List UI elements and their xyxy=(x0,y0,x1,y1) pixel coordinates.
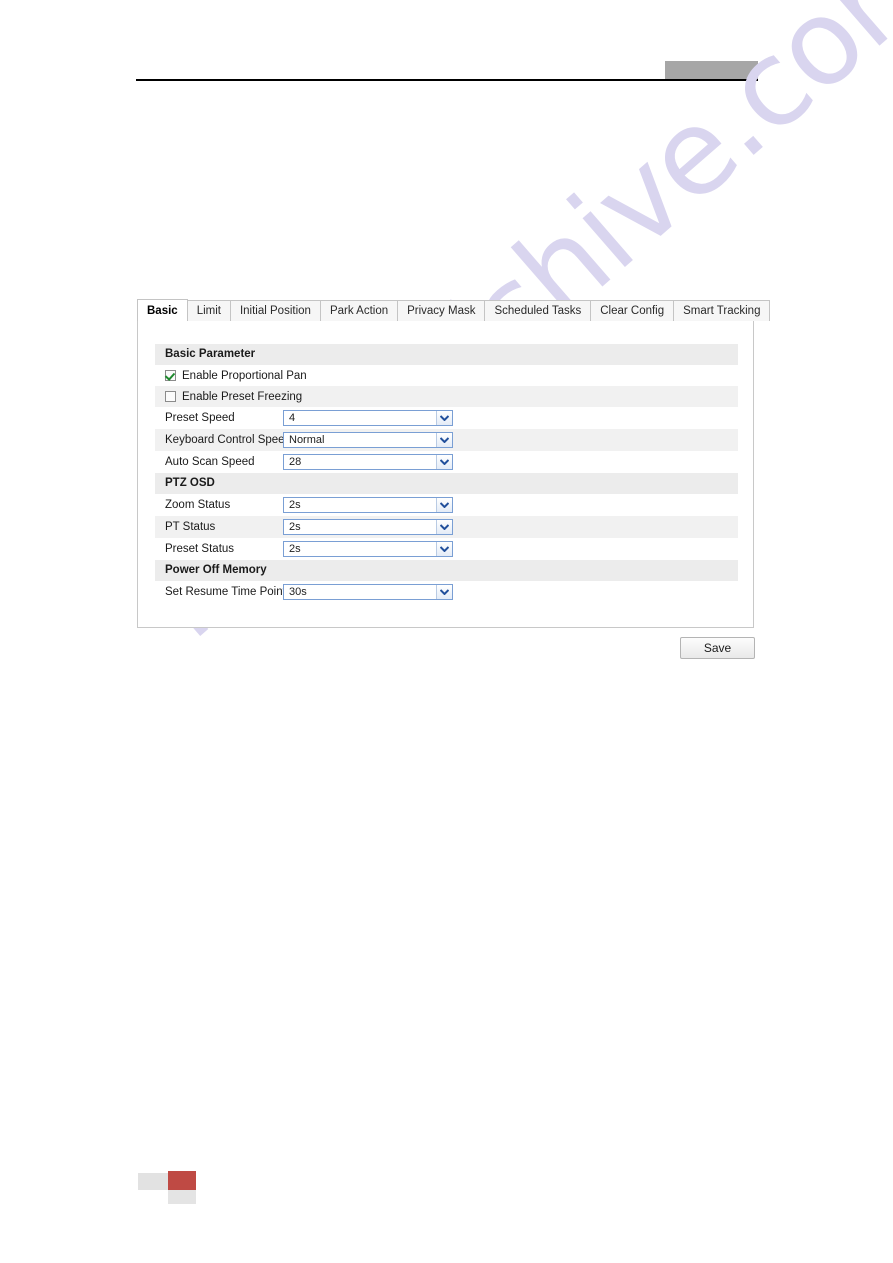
label-enable-preset-freezing: Enable Preset Freezing xyxy=(182,390,303,403)
select-auto-scan-speed-value: 28 xyxy=(289,456,302,468)
row-zoom-status: Zoom Status 2s xyxy=(155,494,738,516)
select-set-resume-time-point[interactable]: 30s xyxy=(283,584,453,600)
watermark: manualshive.com xyxy=(0,0,893,1263)
section-header-power-off-memory: Power Off Memory xyxy=(155,560,738,581)
select-preset-speed[interactable]: 4 xyxy=(283,410,453,426)
tab-park-action[interactable]: Park Action xyxy=(319,300,399,321)
footer-logo xyxy=(138,1171,198,1205)
label-preset-speed: Preset Speed xyxy=(165,412,235,424)
tab-scheduled-tasks[interactable]: Scheduled Tasks xyxy=(484,300,592,321)
chevron-down-icon[interactable] xyxy=(436,585,452,599)
chevron-down-icon[interactable] xyxy=(436,455,452,469)
ptz-basic-form: Basic Parameter Enable Proportional Pan … xyxy=(155,344,738,603)
label-preset-status: Preset Status xyxy=(165,543,235,555)
select-zoom-status[interactable]: 2s xyxy=(283,497,453,513)
select-preset-status[interactable]: 2s xyxy=(283,541,453,557)
tab-privacy-mask[interactable]: Privacy Mask xyxy=(397,300,486,321)
row-keyboard-control-speed: Keyboard Control Speed Normal xyxy=(155,429,738,451)
row-preset-status: Preset Status 2s xyxy=(155,538,738,560)
label-set-resume-time-point: Set Resume Time Point xyxy=(165,586,286,598)
chevron-down-icon[interactable] xyxy=(436,433,452,447)
select-set-resume-time-point-value: 30s xyxy=(289,586,307,598)
save-button[interactable]: Save xyxy=(680,637,755,659)
page-header xyxy=(0,0,893,90)
label-keyboard-control-speed: Keyboard Control Speed xyxy=(165,434,291,446)
label-enable-proportional-pan: Enable Proportional Pan xyxy=(182,369,307,382)
footer-logo-block-bottom xyxy=(168,1190,196,1204)
chevron-down-icon[interactable] xyxy=(436,542,452,556)
chevron-down-icon[interactable] xyxy=(436,498,452,512)
header-redaction-block xyxy=(665,61,758,80)
chevron-down-icon[interactable] xyxy=(436,411,452,425)
tab-clear-config[interactable]: Clear Config xyxy=(590,300,675,321)
tabstrip: Basic Limit Initial Position Park Action… xyxy=(137,299,771,321)
label-zoom-status: Zoom Status xyxy=(165,499,231,511)
tab-smart-tracking[interactable]: Smart Tracking xyxy=(673,300,771,321)
select-keyboard-control-speed-value: Normal xyxy=(289,434,325,446)
section-header-ptz-osd: PTZ OSD xyxy=(155,473,738,494)
header-rule xyxy=(136,79,758,81)
select-pt-status[interactable]: 2s xyxy=(283,519,453,535)
settings-panel: Basic Parameter Enable Proportional Pan … xyxy=(137,320,754,628)
row-pt-status: PT Status 2s xyxy=(155,516,738,538)
select-zoom-status-value: 2s xyxy=(289,499,301,511)
select-auto-scan-speed[interactable]: 28 xyxy=(283,454,453,470)
chevron-down-icon[interactable] xyxy=(436,520,452,534)
row-auto-scan-speed: Auto Scan Speed 28 xyxy=(155,451,738,473)
label-pt-status: PT Status xyxy=(165,521,216,533)
select-preset-speed-value: 4 xyxy=(289,412,296,424)
footer-logo-block-left xyxy=(138,1173,168,1190)
tab-initial-position[interactable]: Initial Position xyxy=(229,300,321,321)
label-auto-scan-speed: Auto Scan Speed xyxy=(165,456,255,468)
select-keyboard-control-speed[interactable]: Normal xyxy=(283,432,453,448)
select-preset-status-value: 2s xyxy=(289,543,301,555)
footer-logo-block-accent xyxy=(168,1171,196,1190)
tab-limit[interactable]: Limit xyxy=(186,300,231,321)
tab-basic[interactable]: Basic xyxy=(137,299,188,321)
row-preset-speed: Preset Speed 4 xyxy=(155,407,738,429)
checkbox-enable-proportional-pan[interactable] xyxy=(165,370,176,381)
row-enable-proportional-pan[interactable]: Enable Proportional Pan xyxy=(155,365,738,386)
section-header-basic-parameter: Basic Parameter xyxy=(155,344,738,365)
select-pt-status-value: 2s xyxy=(289,521,301,533)
row-set-resume-time-point: Set Resume Time Point 30s xyxy=(155,581,738,603)
row-enable-preset-freezing[interactable]: Enable Preset Freezing xyxy=(155,386,738,407)
checkbox-enable-preset-freezing[interactable] xyxy=(165,391,176,402)
